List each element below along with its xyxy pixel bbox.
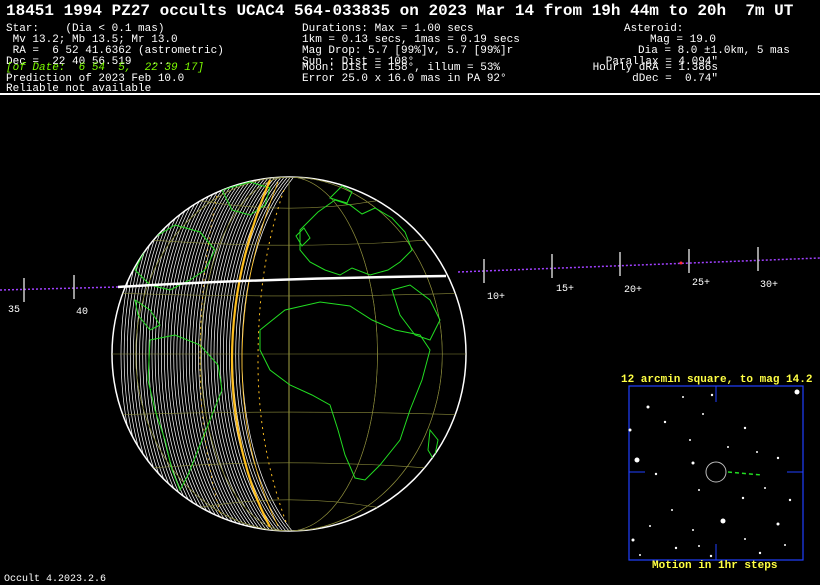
tick-label-30: 30+	[760, 280, 778, 291]
inset-star	[702, 413, 704, 415]
tick-label-25: 25+	[692, 278, 710, 289]
inset-star	[654, 472, 658, 476]
inset-star	[727, 446, 729, 448]
inset-star	[646, 405, 650, 409]
inset-star	[788, 498, 792, 502]
inset-star	[744, 538, 746, 540]
star-chart-inset	[628, 385, 804, 561]
inset-star	[671, 509, 673, 511]
inset-star	[698, 489, 700, 491]
tick-label-10: 10+	[487, 292, 505, 303]
inset-star	[709, 554, 713, 558]
inset-star	[758, 551, 762, 555]
inset-star	[663, 420, 667, 424]
inset-star	[756, 451, 758, 453]
inset-star	[794, 389, 800, 395]
inset-star	[698, 545, 700, 547]
inset-star	[710, 393, 714, 397]
tick-label-15: 15+	[556, 284, 574, 295]
footer-version: Occult 4.2023.2.6	[4, 574, 107, 585]
tick-label-35: 35	[8, 305, 20, 316]
inset-star	[628, 428, 632, 432]
inset-star	[631, 538, 635, 542]
inset-star	[741, 496, 745, 500]
earth-globe	[111, 176, 467, 532]
inset-top-label: 12 arcmin square, to mag 14.2	[621, 374, 813, 386]
tick-label-40: 40	[76, 307, 88, 318]
inset-star	[764, 487, 766, 489]
inset-star	[692, 529, 694, 531]
path-marker	[679, 261, 683, 265]
inset-star	[776, 456, 780, 460]
occultation-map: 35 40 10+ 15+ 20+ 25+ 30+	[0, 176, 820, 561]
inset-star	[649, 525, 651, 527]
inset-star	[784, 544, 786, 546]
inset-star	[689, 439, 691, 441]
inset-star	[691, 461, 695, 465]
inset-star	[682, 396, 684, 398]
inset-star	[639, 554, 641, 556]
tick-label-20: 20+	[624, 285, 642, 296]
inset-star	[674, 546, 678, 550]
inset-star	[720, 518, 726, 524]
inset-star	[634, 457, 640, 463]
inset-star	[743, 426, 747, 430]
inset-bottom-label: Motion in 1hr steps	[652, 560, 778, 572]
inset-star	[776, 522, 780, 526]
